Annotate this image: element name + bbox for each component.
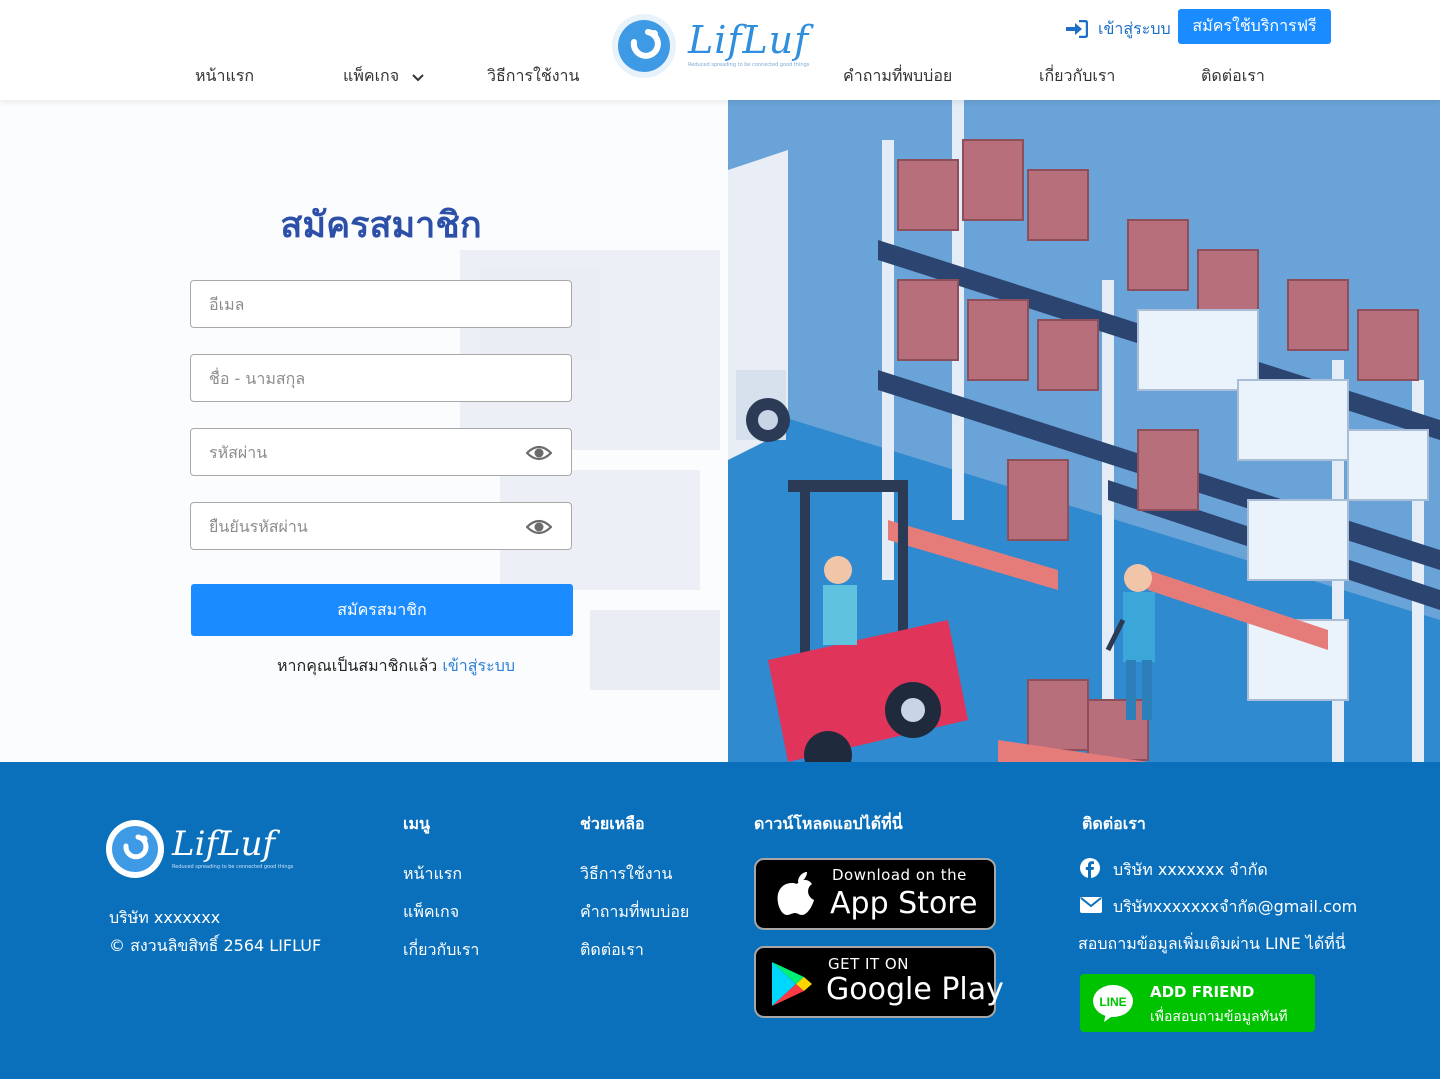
footer-contact-facebook[interactable]: บริษัท xxxxxxx จำกัด: [1113, 858, 1268, 883]
signup-panel: สมัครสมาชิก สมัครสมาชิก หากคุณเป็นสมาชิก…: [0, 100, 728, 762]
footer-company-name: บริษัท xxxxxxx: [109, 908, 221, 927]
footer-logo-tagline: Reduced spreading to be connected good t…: [172, 864, 294, 870]
nav-home[interactable]: หน้าแรก: [195, 64, 254, 89]
app-store-badge[interactable]: Download on the App Store: [754, 858, 996, 930]
nav-packages[interactable]: แพ็คเกจ: [343, 64, 424, 89]
chevron-down-icon: [412, 67, 424, 86]
footer-menu-packages[interactable]: แพ็คเกจ: [403, 900, 459, 925]
app-store-big-text: App Store: [830, 886, 978, 921]
fullname-input[interactable]: [191, 355, 571, 401]
line-badge-text: LINE: [1099, 995, 1126, 1009]
email-field[interactable]: [190, 280, 572, 328]
header-signup-button[interactable]: สมัครใช้บริการฟรี: [1178, 9, 1331, 44]
eye-icon[interactable]: [525, 443, 553, 467]
confirm-password-field[interactable]: [190, 502, 572, 550]
line-add-friend-sublabel: เพื่อสอบถามข้อมูลทันที: [1150, 1009, 1288, 1025]
nav-about[interactable]: เกี่ยวกับเรา: [1039, 64, 1115, 89]
footer-menu-home[interactable]: หน้าแรก: [403, 862, 462, 887]
eye-icon[interactable]: [525, 517, 553, 541]
footer-copyright: © สงวนลิขสิทธิ์ 2564 LIFLUF: [109, 936, 322, 955]
form-login-link[interactable]: เข้าสู่ระบบ: [442, 656, 515, 675]
google-play-big-text: Google Play: [826, 972, 1004, 1007]
email-input[interactable]: [191, 281, 571, 327]
footer-help-heading: ช่วยเหลือ: [580, 814, 645, 833]
have-account-line: หากคุณเป็นสมาชิกแล้ว เข้าสู่ระบบ: [190, 654, 602, 679]
nav-contact[interactable]: ติดต่อเรา: [1201, 64, 1265, 89]
site-header: หน้าแรก แพ็คเกจ วิธีการใช้งาน LifLuf Red…: [0, 0, 1440, 100]
logo-tagline: Reduced spreading to be connected good t…: [688, 62, 810, 68]
warehouse-forklift-image: [728, 100, 1440, 762]
footer-menu-about[interactable]: เกี่ยวกับเรา: [403, 938, 479, 963]
logo-mark-icon: [612, 14, 676, 78]
line-add-friend-label: ADD FRIEND: [1150, 983, 1255, 1001]
signup-title: สมัครสมาชิก: [280, 205, 482, 246]
line-add-friend-button[interactable]: LINE ADD FRIEND เพื่อสอบถามข้อมูลทันที: [1080, 974, 1315, 1032]
app-store-small-text: Download on the: [832, 866, 967, 884]
google-play-small-text: GET IT ON: [828, 955, 909, 973]
warehouse-illustration: [728, 100, 1440, 762]
have-account-text: หากคุณเป็นสมาชิกแล้ว: [276, 656, 438, 675]
fullname-field[interactable]: [190, 354, 572, 402]
line-icon: LINE: [1093, 985, 1133, 1022]
google-play-icon: [772, 962, 812, 1006]
nav-packages-label: แพ็คเกจ: [343, 66, 400, 85]
footer-logo-name: LifLuf: [172, 824, 276, 864]
apple-icon: [777, 872, 814, 915]
footer-line-prompt: สอบถามข้อมูลเพิ่มเติมผ่าน LINE ได้ที่นี่: [1078, 934, 1346, 953]
footer-help-contact[interactable]: ติดต่อเรา: [580, 938, 644, 963]
footer-help-how-to[interactable]: วิธีการใช้งาน: [580, 862, 672, 887]
facebook-icon[interactable]: [1080, 858, 1100, 882]
sign-in-icon: [1066, 20, 1088, 38]
envelope-icon: [1080, 897, 1102, 917]
password-field[interactable]: [190, 428, 572, 476]
footer-contact-email[interactable]: บริษัทxxxxxxxจำกัด@gmail.com: [1113, 895, 1357, 920]
footer-download-heading: ดาวน์โหลดแอปได้ที่นี่: [754, 814, 903, 833]
confirm-password-input[interactable]: [191, 503, 571, 549]
footer-help-faq[interactable]: คำถามที่พบบ่อย: [580, 900, 689, 925]
footer-contact-heading: ติดต่อเรา: [1082, 814, 1146, 833]
password-input[interactable]: [191, 429, 571, 475]
header-login-link[interactable]: เข้าสู่ระบบ: [1066, 17, 1171, 41]
google-play-badge[interactable]: GET IT ON Google Play: [754, 946, 1004, 1018]
logo-mark-icon: [106, 820, 164, 878]
signup-submit-button[interactable]: สมัครสมาชิก: [191, 584, 573, 636]
header-login-label: เข้าสู่ระบบ: [1098, 18, 1171, 38]
nav-how-to[interactable]: วิธีการใช้งาน: [487, 64, 579, 89]
footer-menu-heading: เมนู: [403, 814, 430, 833]
logo[interactable]: LifLuf Reduced spreading to be connected…: [610, 12, 810, 80]
site-footer: LifLuf Reduced spreading to be connected…: [0, 762, 1440, 1079]
logo-name: LifLuf: [688, 18, 810, 62]
nav-faq[interactable]: คำถามที่พบบ่อย: [843, 64, 952, 89]
footer-logo[interactable]: LifLuf Reduced spreading to be connected…: [106, 820, 293, 880]
